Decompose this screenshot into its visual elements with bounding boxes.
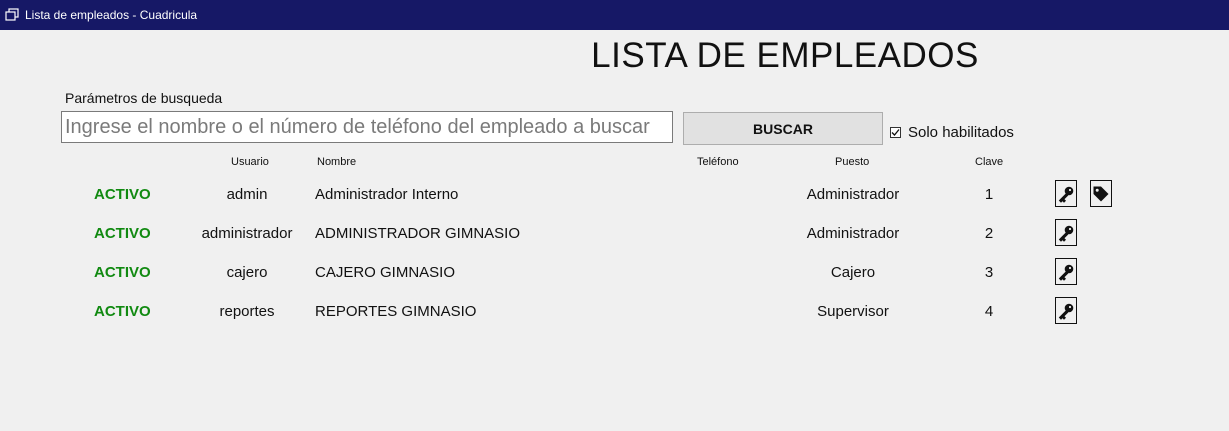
only-enabled-toggle[interactable]: Solo habilitados — [890, 124, 1014, 141]
cell-nombre: Administrador Interno — [315, 186, 459, 203]
cell-puesto: Supervisor — [817, 303, 889, 320]
col-header-telefono: Teléfono — [697, 156, 739, 168]
key-icon — [1058, 186, 1074, 203]
cell-puesto: Administrador — [806, 186, 900, 203]
cell-nombre: CAJERO GIMNASIO — [315, 264, 456, 281]
only-enabled-label: Solo habilitados — [908, 124, 1014, 141]
search-label: Parámetros de busqueda — [65, 90, 223, 106]
change-password-button[interactable] — [1055, 297, 1077, 324]
cell-nombre: ADMINISTRADOR GIMNASIO — [315, 225, 521, 242]
cell-puesto: Cajero — [830, 264, 876, 281]
cell-clave: 2 — [984, 225, 994, 242]
cell-usuario: cajero — [226, 264, 268, 281]
search-input[interactable] — [61, 111, 673, 143]
cell-clave: 3 — [984, 264, 994, 281]
status-badge: ACTIVO — [94, 264, 151, 281]
window-app-icon — [5, 8, 19, 21]
change-password-button[interactable] — [1055, 180, 1077, 207]
col-header-clave: Clave — [975, 156, 1004, 168]
window-titlebar: Lista de empleados - Cuadricula — [0, 0, 1229, 30]
search-button[interactable]: BUSCAR — [683, 112, 883, 145]
cell-clave: 4 — [984, 303, 994, 320]
check-icon — [891, 129, 900, 136]
tag-icon — [1093, 186, 1109, 201]
status-badge: ACTIVO — [94, 186, 151, 203]
change-password-button[interactable] — [1055, 258, 1077, 285]
cell-usuario: administrador — [201, 225, 293, 242]
cell-usuario: admin — [226, 186, 268, 203]
col-header-nombre: Nombre — [317, 156, 357, 168]
page-title: LISTA DE EMPLEADOS — [591, 36, 979, 75]
cell-usuario: reportes — [219, 303, 275, 320]
window-title: Lista de empleados - Cuadricula — [25, 8, 198, 22]
col-header-puesto: Puesto — [835, 156, 870, 168]
cell-clave: 1 — [984, 186, 994, 203]
cell-nombre: REPORTES GIMNASIO — [315, 303, 477, 320]
change-password-button[interactable] — [1055, 219, 1077, 246]
status-badge: ACTIVO — [94, 225, 151, 242]
col-header-usuario: Usuario — [231, 156, 269, 168]
cell-puesto: Administrador — [806, 225, 900, 242]
tag-button[interactable] — [1090, 180, 1112, 207]
key-icon — [1058, 225, 1074, 242]
key-icon — [1058, 303, 1074, 320]
key-icon — [1058, 264, 1074, 281]
only-enabled-checkbox[interactable] — [890, 127, 901, 138]
status-badge: ACTIVO — [94, 303, 151, 320]
